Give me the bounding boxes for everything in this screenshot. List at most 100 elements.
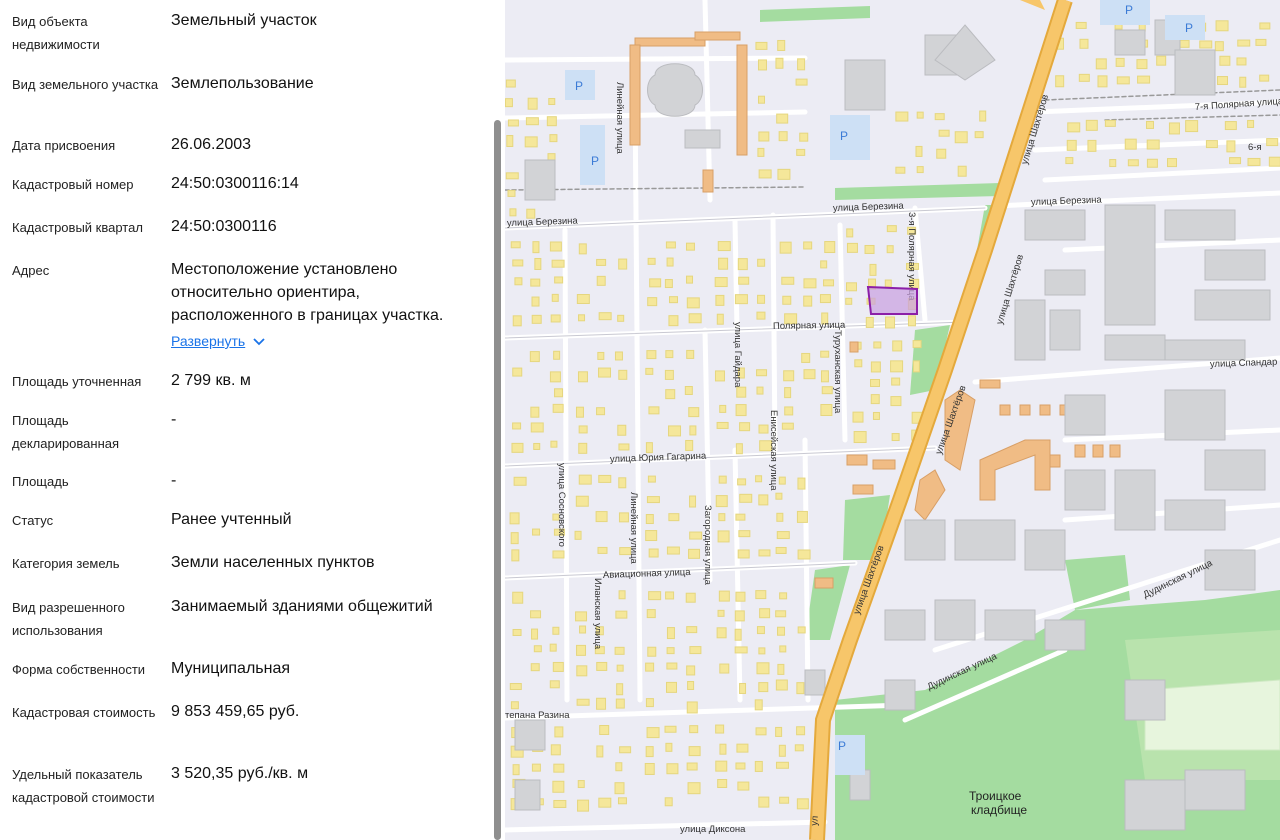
house-building — [615, 610, 628, 619]
gray-building — [1114, 29, 1146, 56]
field-row: Кадастровый номер 24:50:0300116:14 — [0, 173, 490, 196]
house-building — [758, 682, 769, 693]
map-canvas[interactable]: улица Березина улица Березина улица Бере… — [505, 0, 1280, 840]
house-building — [666, 546, 680, 555]
house-building — [576, 644, 587, 656]
minor-road — [632, 92, 643, 703]
house-building — [912, 360, 920, 373]
house-building — [719, 743, 727, 755]
house-building — [689, 425, 697, 436]
house-building — [511, 549, 520, 562]
house-building — [886, 245, 894, 254]
field-value: - — [171, 411, 177, 428]
house-building — [717, 530, 730, 543]
apartment-building — [1092, 444, 1104, 458]
gray-building — [1104, 204, 1156, 326]
house-building — [1239, 76, 1247, 88]
gray-building — [1049, 309, 1081, 351]
house-building — [795, 78, 808, 86]
map-view[interactable]: улица Березина улица Березина улица Бере… — [505, 0, 1280, 840]
field-label: Кадастровый номер — [12, 177, 134, 192]
house-building — [645, 662, 655, 672]
field-row: Удельный показатель кадастровой стоимост… — [0, 763, 490, 832]
address-expand-link[interactable]: Развернуть — [171, 333, 265, 349]
house-building — [735, 591, 746, 602]
house-building — [686, 701, 698, 714]
#b3cbe6 — [830, 115, 870, 160]
street-label-zagorodnaya: Загородная улица — [702, 505, 713, 586]
house-building — [1229, 157, 1242, 165]
house-building — [1109, 159, 1117, 168]
house-building — [512, 367, 523, 377]
house-building — [803, 295, 813, 307]
house-building — [754, 760, 763, 772]
house-building — [974, 131, 984, 139]
house-building — [664, 725, 677, 733]
house-building — [514, 277, 523, 286]
house-building — [734, 294, 748, 305]
house-building — [552, 626, 560, 635]
house-building — [550, 314, 561, 323]
gray-building — [1204, 249, 1266, 281]
house-building — [512, 315, 522, 327]
house-building — [668, 315, 679, 327]
house-building — [776, 512, 784, 522]
house-building — [885, 316, 896, 329]
house-building — [738, 530, 751, 538]
house-building — [718, 513, 726, 522]
apartment-building — [1019, 404, 1031, 416]
field-label: Площадь уточненная — [12, 374, 142, 389]
house-building — [796, 148, 806, 156]
house-building — [1259, 22, 1271, 30]
house-building — [891, 433, 900, 442]
house-building — [737, 781, 750, 791]
house-building — [1124, 138, 1137, 150]
house-building — [756, 369, 768, 377]
street-label-lineynaya-north: Линейная улица — [614, 82, 625, 155]
gray-building — [1164, 209, 1236, 241]
house-building — [776, 531, 790, 540]
house-building — [596, 407, 606, 416]
cadastral-parcel-highlight[interactable] — [866, 285, 918, 315]
house-building — [665, 389, 676, 400]
house-building — [578, 314, 586, 322]
house-building — [510, 701, 519, 710]
house-building — [647, 475, 656, 483]
house-building — [534, 257, 542, 270]
house-building — [646, 496, 660, 504]
house-building — [1219, 55, 1231, 66]
street-label-turukhanskaya: Туруханская улица — [832, 330, 843, 414]
house-building — [775, 546, 787, 554]
gray-building — [1164, 499, 1226, 531]
house-building — [548, 98, 556, 106]
house-building — [507, 119, 519, 127]
field-label: Вид земельного участка — [12, 77, 159, 92]
gray-building — [1164, 339, 1246, 361]
panel-scrollbar[interactable] — [494, 120, 501, 840]
house-building — [686, 349, 695, 359]
house-building — [820, 350, 830, 358]
house-building — [1226, 140, 1236, 153]
house-building — [1236, 57, 1247, 66]
apartment-building — [852, 484, 874, 495]
house-building — [758, 549, 771, 557]
house-building — [890, 396, 902, 407]
house-building — [510, 241, 521, 249]
house-building — [616, 683, 624, 696]
house-building — [648, 591, 662, 601]
house-building — [715, 495, 728, 508]
field-value: Земли населенных пунктов — [171, 554, 375, 571]
house-building — [1097, 75, 1108, 88]
minor-road — [1062, 237, 1280, 253]
house-building — [685, 592, 696, 603]
house-building — [775, 726, 783, 737]
house-building — [574, 530, 582, 540]
street-label-berezina-east-2: улица Березина — [1031, 195, 1103, 208]
house-building — [758, 95, 766, 104]
house-building — [530, 278, 541, 287]
apartment-building — [629, 44, 641, 146]
field-label: Форма собственности — [12, 662, 146, 677]
house-building — [576, 698, 590, 706]
house-building — [668, 425, 682, 437]
house-building — [778, 131, 788, 142]
